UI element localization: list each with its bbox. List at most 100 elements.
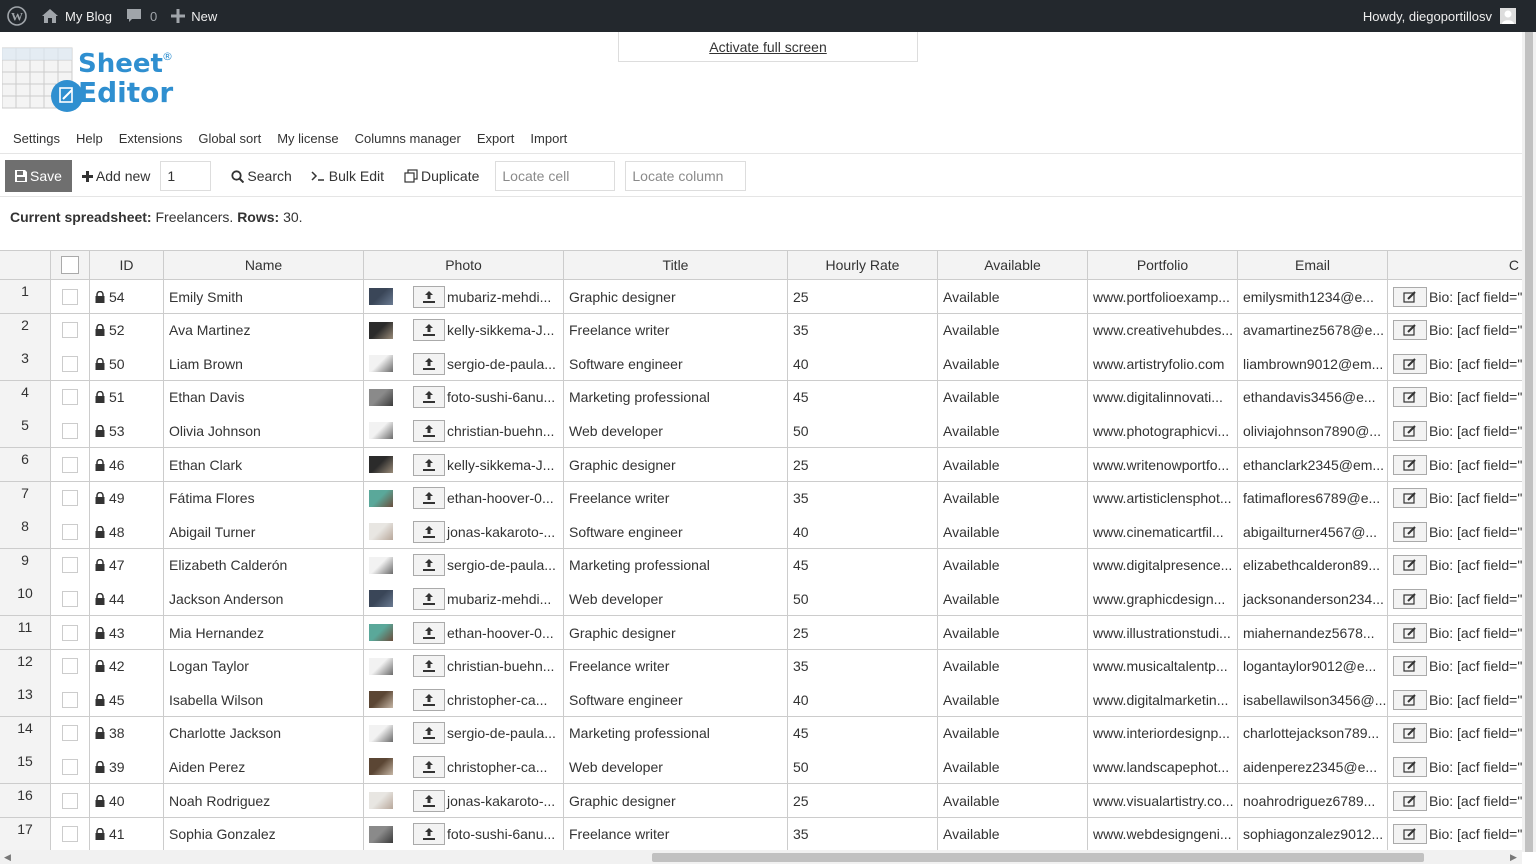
row-checkbox[interactable] [62, 590, 78, 607]
upload-button[interactable] [413, 487, 445, 510]
row-checkbox[interactable] [62, 725, 78, 742]
upload-button[interactable] [413, 621, 445, 644]
menu-global-sort[interactable]: Global sort [190, 128, 269, 150]
title-cell[interactable]: Graphic designer [564, 784, 788, 818]
portfolio-cell[interactable]: www.photographicvi... [1088, 414, 1238, 449]
name-cell[interactable]: Isabella Wilson [164, 683, 364, 718]
edit-button[interactable] [1393, 286, 1427, 307]
select-all-checkbox[interactable] [61, 256, 79, 274]
upload-button[interactable] [413, 386, 445, 409]
id-cell[interactable]: 42 [90, 649, 164, 684]
add-new-button[interactable]: Add new [81, 168, 150, 184]
bio-cell[interactable]: Bio: [acf field=" [1388, 716, 1522, 751]
upload-button[interactable] [413, 285, 445, 308]
row-checkbox[interactable] [62, 523, 78, 540]
bio-cell[interactable]: Bio: [acf field=" [1388, 347, 1522, 382]
available-cell[interactable]: Available [938, 481, 1088, 516]
name-cell[interactable]: Abigail Turner [164, 515, 364, 550]
email-cell[interactable]: aidenperez2345@e... [1238, 750, 1388, 785]
hourly-rate-cell[interactable]: 25 [788, 616, 938, 650]
upload-button[interactable] [413, 453, 445, 476]
available-cell[interactable]: Available [938, 817, 1088, 850]
available-cell[interactable]: Available [938, 414, 1088, 449]
new-content-link[interactable]: New [164, 0, 224, 32]
id-cell[interactable]: 47 [90, 548, 164, 583]
portfolio-cell[interactable]: www.graphicdesign... [1088, 582, 1238, 617]
photo-cell[interactable]: sergio-de-paula... [364, 716, 564, 751]
my-account-link[interactable]: Howdy, diegoportillosv [1363, 0, 1516, 32]
bio-cell[interactable]: Bio: [acf field=" [1388, 515, 1522, 550]
title-cell[interactable]: Software engineer [564, 683, 788, 718]
hourly-rate-cell[interactable]: 40 [788, 347, 938, 382]
edit-button[interactable] [1393, 756, 1427, 777]
id-cell[interactable]: 38 [90, 716, 164, 751]
available-cell[interactable]: Available [938, 616, 1088, 650]
column-header-available[interactable]: Available [938, 250, 1088, 280]
hourly-rate-cell[interactable]: 35 [788, 649, 938, 684]
add-new-count-input[interactable]: 1 [160, 161, 212, 191]
portfolio-cell[interactable]: www.artistryfolio.com [1088, 347, 1238, 382]
edit-button[interactable] [1393, 488, 1427, 509]
horizontal-scroll-thumb[interactable] [652, 853, 1424, 862]
hourly-rate-cell[interactable]: 45 [788, 380, 938, 415]
name-cell[interactable]: Elizabeth Calderón [164, 548, 364, 583]
bio-cell[interactable]: Bio: [acf field=" [1388, 616, 1522, 650]
activate-full-screen-link[interactable]: Activate full screen [618, 32, 918, 62]
id-cell[interactable]: 46 [90, 448, 164, 482]
row-checkbox[interactable] [62, 389, 78, 406]
edit-button[interactable] [1393, 588, 1427, 609]
available-cell[interactable]: Available [938, 582, 1088, 617]
menu-help[interactable]: Help [68, 128, 111, 150]
upload-button[interactable] [413, 319, 445, 342]
name-cell[interactable]: Fátima Flores [164, 481, 364, 516]
title-cell[interactable]: Graphic designer [564, 280, 788, 314]
available-cell[interactable]: Available [938, 448, 1088, 482]
email-cell[interactable]: oliviajohnson7890@... [1238, 414, 1388, 449]
row-checkbox[interactable] [62, 557, 78, 574]
name-cell[interactable]: Olivia Johnson [164, 414, 364, 449]
title-cell[interactable]: Freelance writer [564, 313, 788, 348]
email-cell[interactable]: fatimaflores6789@e... [1238, 481, 1388, 516]
edit-button[interactable] [1393, 320, 1427, 341]
search-button[interactable]: Search [231, 168, 292, 184]
id-cell[interactable]: 54 [90, 280, 164, 314]
name-cell[interactable]: Liam Brown [164, 347, 364, 382]
portfolio-cell[interactable]: www.digitalmarketin... [1088, 683, 1238, 718]
email-cell[interactable]: liambrown9012@em... [1238, 347, 1388, 382]
email-cell[interactable]: jacksonanderson234... [1238, 582, 1388, 617]
available-cell[interactable]: Available [938, 347, 1088, 382]
upload-button[interactable] [413, 587, 445, 610]
hourly-rate-cell[interactable]: 25 [788, 448, 938, 482]
duplicate-button[interactable]: Duplicate [404, 168, 479, 184]
column-header-id[interactable]: ID [90, 250, 164, 280]
available-cell[interactable]: Available [938, 380, 1088, 415]
hourly-rate-cell[interactable]: 45 [788, 716, 938, 751]
row-checkbox[interactable] [62, 456, 78, 473]
bio-cell[interactable]: Bio: [acf field=" [1388, 817, 1522, 850]
column-header-email[interactable]: Email [1238, 250, 1388, 280]
site-name-link[interactable]: My Blog [34, 0, 119, 32]
name-cell[interactable]: Mia Hernandez [164, 616, 364, 650]
title-cell[interactable]: Graphic designer [564, 616, 788, 650]
portfolio-cell[interactable]: www.interiordesignp... [1088, 716, 1238, 751]
photo-cell[interactable]: foto-sushi-6anu... [364, 817, 564, 850]
row-checkbox[interactable] [62, 490, 78, 507]
column-header-photo[interactable]: Photo [364, 250, 564, 280]
portfolio-cell[interactable]: www.cinematicartfil... [1088, 515, 1238, 550]
email-cell[interactable]: sophiagonzalez9012... [1238, 817, 1388, 850]
upload-button[interactable] [413, 722, 445, 745]
email-cell[interactable]: miahernandez5678... [1238, 616, 1388, 650]
available-cell[interactable]: Available [938, 750, 1088, 785]
edit-button[interactable] [1393, 824, 1427, 845]
wordpress-logo-icon[interactable]: W [0, 0, 34, 32]
upload-button[interactable] [413, 688, 445, 711]
portfolio-cell[interactable]: www.webdesigngeni... [1088, 817, 1238, 850]
upload-button[interactable] [413, 823, 445, 846]
hourly-rate-cell[interactable]: 35 [788, 481, 938, 516]
column-header-portfolio[interactable]: Portfolio [1088, 250, 1238, 280]
title-cell[interactable]: Marketing professional [564, 380, 788, 415]
id-cell[interactable]: 43 [90, 616, 164, 650]
menu-extensions[interactable]: Extensions [111, 128, 191, 150]
email-cell[interactable]: elizabethcalderon89... [1238, 548, 1388, 583]
bio-cell[interactable]: Bio: [acf field=" [1388, 683, 1522, 718]
